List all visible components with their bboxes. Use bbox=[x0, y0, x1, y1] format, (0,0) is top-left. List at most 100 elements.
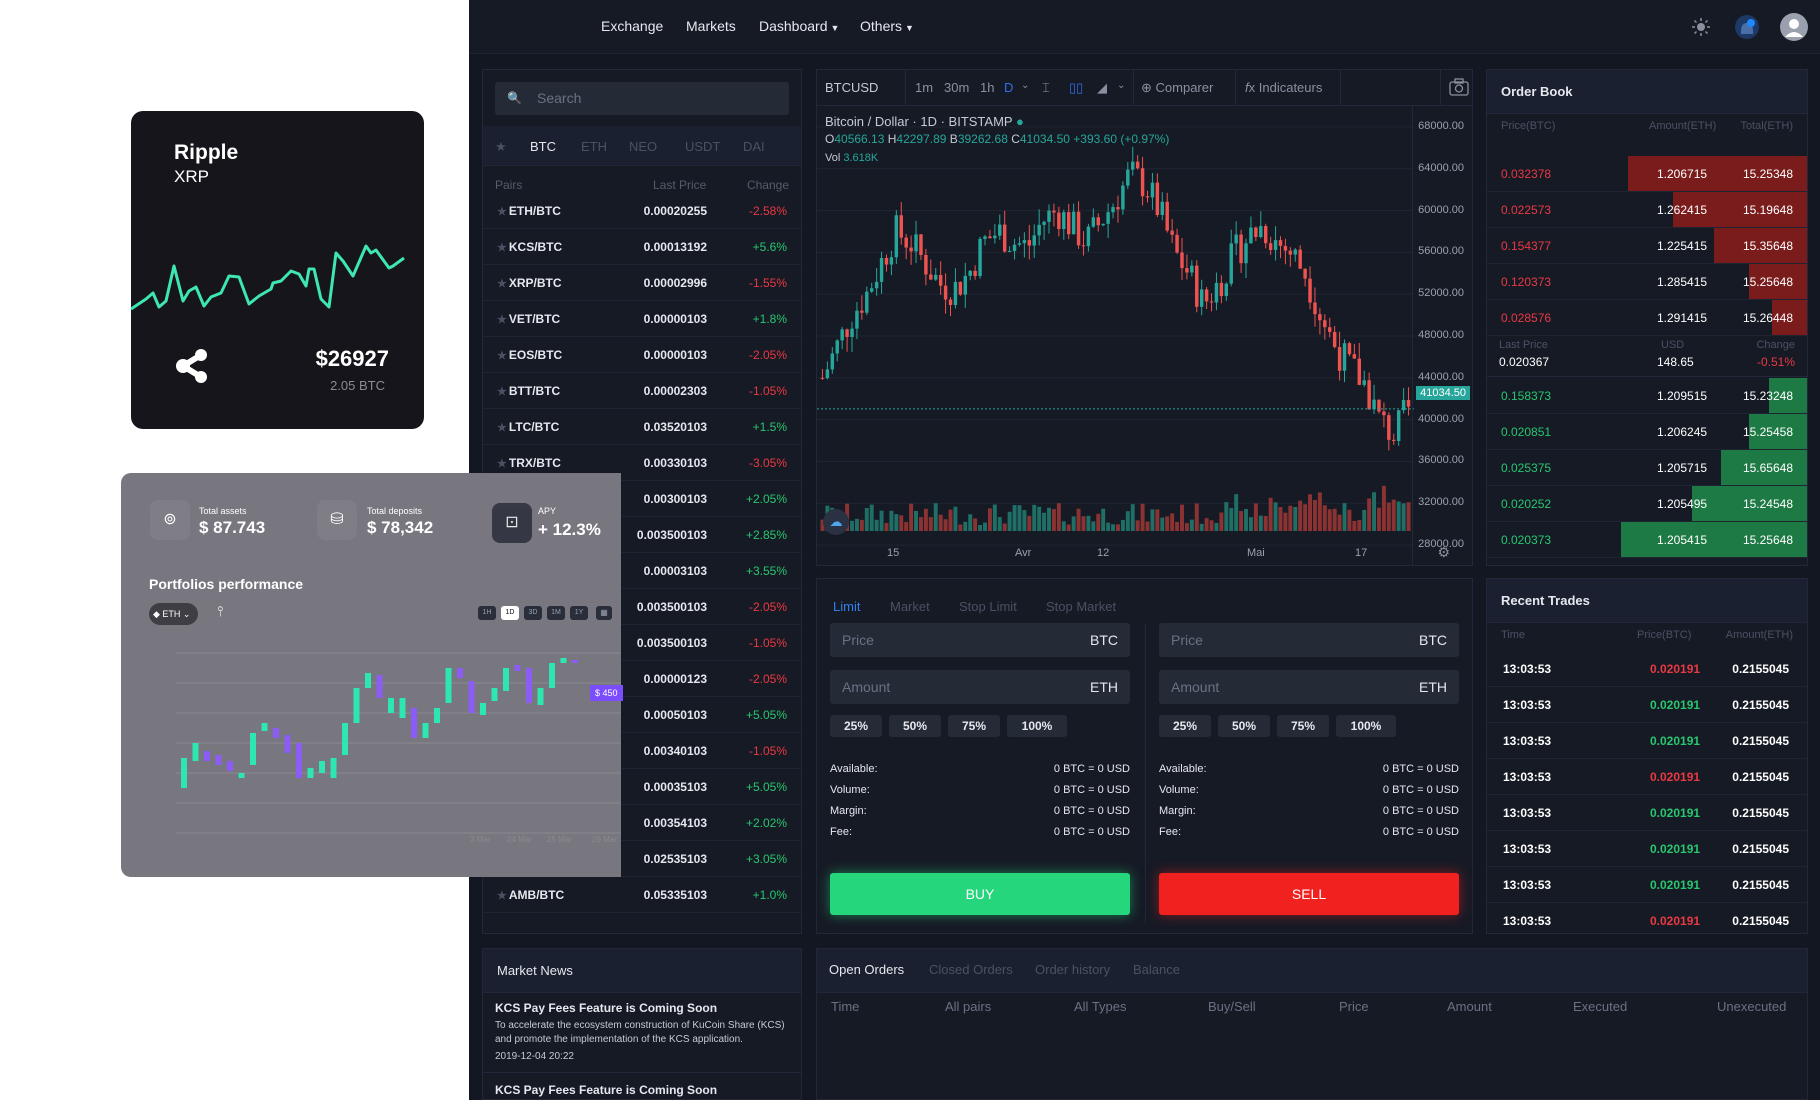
tab-neo[interactable]: NEO bbox=[629, 139, 657, 154]
interval-chevron-icon[interactable]: ⌄ bbox=[1021, 80, 1029, 91]
tab-eth[interactable]: ETH bbox=[581, 139, 607, 154]
candlestick-plot[interactable] bbox=[817, 106, 1414, 566]
indicators-button[interactable]: fx Indicateurs bbox=[1245, 80, 1322, 95]
favorite-star-icon[interactable]: ★ bbox=[497, 890, 507, 902]
chart-symbol[interactable]: BTCUSD bbox=[825, 80, 878, 95]
theme-sun-icon[interactable] bbox=[1692, 18, 1710, 41]
nav-dashboard[interactable]: Dashboard ▼ bbox=[759, 18, 839, 34]
orders-tab[interactable]: Balance bbox=[1133, 962, 1180, 977]
cloud-chart-icon[interactable]: ☁ bbox=[823, 509, 849, 535]
news-headline[interactable]: KCS Pay Fees Feature is Coming Soon bbox=[495, 1083, 717, 1097]
market-row[interactable]: ★ AMB/BTC 0.05335103 +1.0% bbox=[483, 877, 801, 913]
news-item[interactable]: KCS Pay Fees Feature is Coming Soon To a… bbox=[495, 1001, 791, 1062]
favorite-star-icon[interactable]: ★ bbox=[497, 458, 507, 470]
favorite-star-icon[interactable]: ★ bbox=[497, 422, 507, 434]
header-pairs[interactable]: Pairs bbox=[495, 178, 522, 192]
chart-settings-gear-icon[interactable]: ⚙ bbox=[1437, 544, 1450, 561]
buy-percent-button[interactable]: 50% bbox=[889, 715, 941, 737]
candle-chart-type-icon[interactable]: ▯▯ bbox=[1069, 80, 1083, 96]
compare-button[interactable]: ⊕ Comparer bbox=[1141, 80, 1213, 96]
orders-column-header[interactable]: Time bbox=[831, 999, 859, 1014]
buy-button[interactable]: BUY bbox=[830, 873, 1130, 915]
sell-button[interactable]: SELL bbox=[1159, 873, 1459, 915]
favorite-star-icon[interactable]: ★ bbox=[497, 242, 507, 254]
bid-row[interactable]: 0.020851 1.206245 15.25458 bbox=[1487, 414, 1807, 450]
tab-stop-market[interactable]: Stop Market bbox=[1046, 599, 1116, 614]
orders-column-header[interactable]: Unexecuted bbox=[1717, 999, 1786, 1014]
range-button[interactable]: 1Y bbox=[570, 606, 588, 620]
notification-bell-icon[interactable] bbox=[1734, 14, 1760, 45]
favorite-star-icon[interactable]: ★ bbox=[497, 206, 507, 218]
ask-row[interactable]: 0.120373 1.285415 15.25648 bbox=[1487, 264, 1807, 300]
xrp-card[interactable]: Ripple XRP $26927 2.05 BTC bbox=[131, 111, 424, 429]
market-row[interactable]: ★ LTC/BTC 0.03520103 +1.5% bbox=[483, 409, 801, 445]
buy-amount-input[interactable]: Amount ETH bbox=[830, 670, 1130, 704]
favorites-star-icon[interactable]: ★ bbox=[495, 139, 507, 155]
ask-row[interactable]: 0.028576 1.291415 15.26448 bbox=[1487, 300, 1807, 336]
orders-column-header[interactable]: All pairs bbox=[945, 999, 991, 1014]
sell-price-input[interactable]: Price BTC bbox=[1159, 623, 1459, 657]
favorite-star-icon[interactable]: ★ bbox=[497, 314, 507, 326]
market-row[interactable]: ★ XRP/BTC 0.00002996 -1.55% bbox=[483, 265, 801, 301]
range-button[interactable]: 3D bbox=[524, 606, 542, 620]
nav-others[interactable]: Others ▼ bbox=[860, 18, 914, 34]
buy-percent-button[interactable]: 100% bbox=[1007, 715, 1067, 737]
orders-column-header[interactable]: Buy/Sell bbox=[1208, 999, 1256, 1014]
bar-chart-type-icon[interactable]: ⌶ bbox=[1042, 80, 1050, 96]
tab-stop-limit[interactable]: Stop Limit bbox=[959, 599, 1017, 614]
range-button[interactable]: 1D bbox=[501, 606, 519, 620]
bid-row[interactable]: 0.020252 1.205495 15.24548 bbox=[1487, 486, 1807, 522]
sell-percent-button[interactable]: 100% bbox=[1336, 715, 1396, 737]
orders-column-header[interactable]: Amount bbox=[1447, 999, 1492, 1014]
ask-row[interactable]: 0.022573 1.262415 15.19648 bbox=[1487, 192, 1807, 228]
sell-amount-input[interactable]: Amount ETH bbox=[1159, 670, 1459, 704]
chart-type-chevron-icon[interactable]: ⌄ bbox=[1117, 80, 1125, 91]
interval-1h[interactable]: 1h bbox=[980, 80, 994, 95]
sell-percent-button[interactable]: 75% bbox=[1277, 715, 1329, 737]
user-avatar[interactable] bbox=[1779, 12, 1809, 47]
favorite-star-icon[interactable]: ★ bbox=[497, 386, 507, 398]
orders-tab[interactable]: Order history bbox=[1035, 962, 1110, 977]
search-input[interactable]: 🔍 Search bbox=[495, 82, 789, 115]
favorite-star-icon[interactable]: ★ bbox=[497, 278, 507, 290]
area-chart-type-icon[interactable]: ◢ bbox=[1097, 80, 1107, 96]
range-button[interactable]: 1M bbox=[547, 606, 565, 620]
buy-percent-button[interactable]: 25% bbox=[830, 715, 882, 737]
market-row[interactable]: ★ EOS/BTC 0.00000103 -2.05% bbox=[483, 337, 801, 373]
orders-tab[interactable]: Closed Orders bbox=[929, 962, 1013, 977]
interval-1m[interactable]: 1m bbox=[915, 80, 933, 95]
sell-percent-button[interactable]: 25% bbox=[1159, 715, 1211, 737]
favorite-star-icon[interactable]: ★ bbox=[497, 350, 507, 362]
camera-icon[interactable] bbox=[1449, 78, 1469, 99]
asset-select[interactable]: ◆ ETH ⌄ bbox=[149, 603, 199, 625]
nav-markets[interactable]: Markets bbox=[686, 18, 736, 34]
orders-column-header[interactable]: All Types bbox=[1074, 999, 1127, 1014]
sell-percent-button[interactable]: 50% bbox=[1218, 715, 1270, 737]
tab-btc[interactable]: BTC bbox=[530, 139, 556, 154]
range-button[interactable]: 1H bbox=[478, 606, 496, 620]
bid-row[interactable]: 0.158373 1.209515 15.23248 bbox=[1487, 378, 1807, 414]
buy-price-input[interactable]: Price BTC bbox=[830, 623, 1130, 657]
interval-d[interactable]: D bbox=[1004, 80, 1013, 95]
market-row[interactable]: ★ ETH/BTC 0.00020255 -2.58% bbox=[483, 193, 801, 229]
header-last-price[interactable]: Last Price bbox=[653, 178, 706, 192]
tab-market[interactable]: Market bbox=[890, 599, 930, 614]
market-row[interactable]: ★ VET/BTC 0.00000103 +1.8% bbox=[483, 301, 801, 337]
orders-tab[interactable]: Open Orders bbox=[829, 962, 904, 977]
nav-exchange[interactable]: Exchange bbox=[601, 18, 663, 34]
market-row[interactable]: ★ KCS/BTC 0.00013192 +5.6% bbox=[483, 229, 801, 265]
market-row[interactable]: ★ BTT/BTC 0.00002303 -1.05% bbox=[483, 373, 801, 409]
ask-row[interactable]: 0.154377 1.225415 15.35648 bbox=[1487, 228, 1807, 264]
bid-row[interactable]: 0.025375 1.205715 15.65648 bbox=[1487, 450, 1807, 486]
buy-percent-button[interactable]: 75% bbox=[948, 715, 1000, 737]
price-axis[interactable]: 68000.00 64000.00 60000.00 56000.00 52000.00… bbox=[1412, 106, 1472, 565]
calendar-icon[interactable]: ▦ bbox=[596, 606, 612, 620]
interval-30m[interactable]: 30m bbox=[944, 80, 969, 95]
orders-column-header[interactable]: Price bbox=[1339, 999, 1369, 1014]
tab-usdt[interactable]: USDT bbox=[685, 139, 720, 154]
tab-limit[interactable]: Limit bbox=[833, 599, 860, 614]
header-change[interactable]: Change bbox=[747, 178, 789, 192]
candlestick-toggle-icon[interactable]: ⫯ bbox=[217, 603, 223, 620]
bid-row[interactable]: 0.020373 1.205415 15.25648 bbox=[1487, 522, 1807, 558]
orders-column-header[interactable]: Executed bbox=[1573, 999, 1627, 1014]
